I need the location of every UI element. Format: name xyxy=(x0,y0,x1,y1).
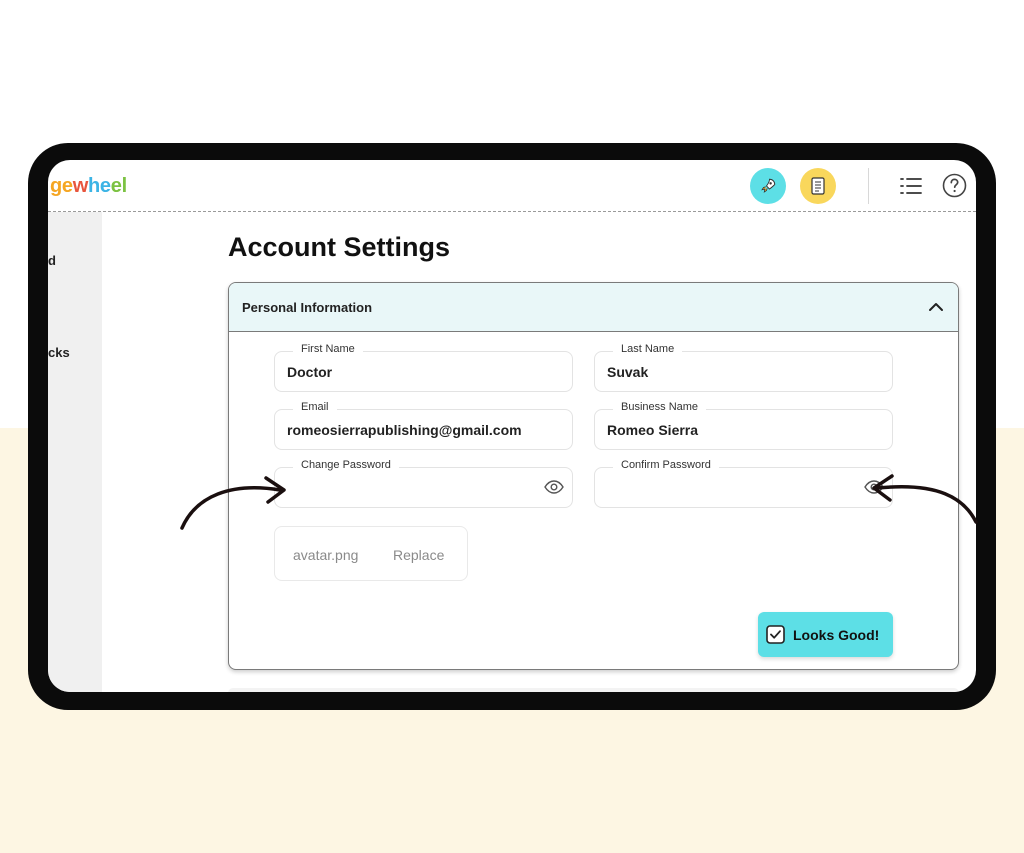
eye-icon[interactable] xyxy=(544,479,564,495)
help-icon[interactable] xyxy=(942,173,967,203)
page-title: Account Settings xyxy=(228,232,451,262)
avatar-file-name: avatar.png xyxy=(293,547,359,563)
confirm-password-label: Confirm Password xyxy=(613,459,719,471)
business-name-field[interactable]: Business Name Romeo Sierra xyxy=(594,401,893,450)
menu-icon[interactable] xyxy=(900,176,922,201)
rocket-button[interactable] xyxy=(750,168,786,204)
notes-icon xyxy=(811,177,825,195)
first-name-field[interactable]: First Name Doctor xyxy=(274,343,573,392)
avatar-upload: avatar.png Replace xyxy=(274,526,468,581)
app-logo[interactable]: gewheel xyxy=(50,175,127,198)
first-name-label: First Name xyxy=(293,343,363,355)
header-divider xyxy=(868,168,869,204)
business-name-value: Romeo Sierra xyxy=(607,422,699,438)
app-screen: gewheel d cks Account Settings Personal … xyxy=(48,160,976,692)
checkbox-checked-icon xyxy=(766,625,785,644)
looks-good-label: Looks Good! xyxy=(793,626,880,643)
business-name-label: Business Name xyxy=(613,401,707,413)
email-label: Email xyxy=(293,401,337,413)
email-value: romeosierrapublishing@gmail.com xyxy=(287,422,522,438)
last-name-field[interactable]: Last Name Suvak xyxy=(594,343,893,392)
personal-information-panel: Personal Information First Name Doctor L… xyxy=(228,282,959,670)
right-arrow-annotation xyxy=(872,474,978,524)
change-password-label: Change Password xyxy=(293,459,399,471)
looks-good-button[interactable]: Looks Good! xyxy=(758,612,893,657)
notes-button[interactable] xyxy=(800,168,836,204)
change-password-field[interactable]: Change Password xyxy=(274,459,573,508)
left-arrow-annotation xyxy=(180,476,286,530)
next-panel-edge xyxy=(228,688,959,692)
chevron-up-icon[interactable] xyxy=(928,299,944,315)
sidebar: d cks xyxy=(48,212,102,692)
top-bar: gewheel xyxy=(48,160,976,212)
first-name-value: Doctor xyxy=(287,364,333,380)
rocket-icon xyxy=(761,178,776,193)
panel-header[interactable]: Personal Information xyxy=(229,283,958,332)
sidebar-item-2[interactable]: cks xyxy=(48,345,70,360)
replace-avatar-button[interactable]: Replace xyxy=(393,547,444,563)
last-name-label: Last Name xyxy=(613,343,683,355)
email-field[interactable]: Email romeosierrapublishing@gmail.com xyxy=(274,401,573,450)
confirm-password-field[interactable]: Confirm Password xyxy=(594,459,893,508)
panel-title: Personal Information xyxy=(242,300,373,315)
sidebar-item-1[interactable]: d xyxy=(48,253,56,268)
last-name-value: Suvak xyxy=(607,364,649,380)
